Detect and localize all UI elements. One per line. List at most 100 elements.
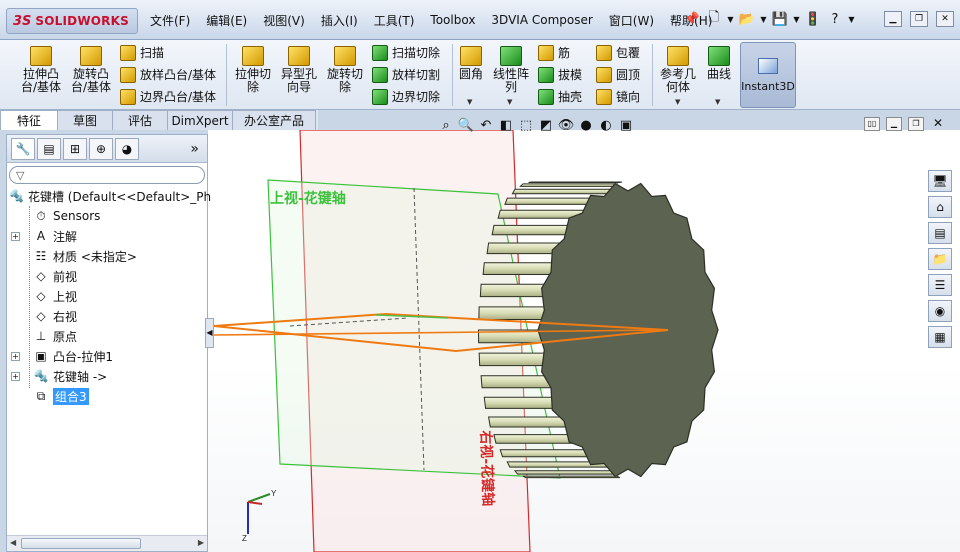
previous-view-icon[interactable]: ↶: [478, 117, 494, 133]
chevron-down-icon[interactable]: ▼: [847, 15, 856, 24]
tree-filter[interactable]: ▽: [9, 166, 205, 184]
fillet-button[interactable]: 圆角: [456, 46, 486, 81]
minimize-icon[interactable]: ▁: [886, 117, 902, 131]
chevron-down-icon[interactable]: ▼: [792, 15, 801, 24]
extrude-boss-button[interactable]: 拉伸凸 台/基体: [18, 46, 64, 94]
revolve-boss-button[interactable]: 旋转凸 台/基体: [68, 46, 114, 94]
tree-item[interactable]: + ▣ 凸台-拉伸1: [7, 346, 207, 366]
rebuild-traffic-light-icon[interactable]: 🚦: [803, 9, 823, 29]
panel-splitter[interactable]: ◀: [205, 318, 214, 348]
menu-insert[interactable]: 插入(I): [313, 12, 366, 29]
tree-item[interactable]: + A 注解: [7, 226, 207, 246]
solidworks-logo[interactable]: 3S SOLIDWORKS: [6, 8, 138, 34]
chevron-down-icon[interactable]: ▼: [715, 98, 720, 106]
sweep-button[interactable]: 扫描: [120, 44, 164, 61]
display-style-icon[interactable]: ◩: [538, 117, 554, 133]
restore-icon[interactable]: ❐: [910, 11, 928, 27]
view-settings-icon[interactable]: ▣: [618, 117, 634, 133]
expand-icon[interactable]: +: [11, 231, 20, 241]
file-explorer-icon[interactable]: 📁: [928, 248, 952, 270]
hole-wizard-button[interactable]: 异型孔 向导: [278, 46, 320, 94]
tab-dimxpert[interactable]: DimXpert: [167, 110, 233, 130]
close-icon[interactable]: ✕: [930, 117, 946, 131]
menu-3dvia-composer[interactable]: 3DVIA Composer: [483, 13, 600, 27]
tree-root[interactable]: 🔩 花键槽 (Default<<Default>_Ph: [7, 186, 211, 206]
apply-scene-icon[interactable]: ◐: [598, 117, 614, 133]
menu-tools[interactable]: 工具(T): [366, 12, 423, 29]
instant3d-button[interactable]: Instant3D: [740, 42, 796, 108]
menu-window[interactable]: 窗口(W): [601, 12, 662, 29]
menu-edit[interactable]: 编辑(E): [198, 12, 255, 29]
scrollbar-thumb[interactable]: [21, 538, 141, 549]
split-view-icon[interactable]: ▯▯: [864, 117, 880, 131]
design-library-icon[interactable]: ▤: [928, 222, 952, 244]
menu-file[interactable]: 文件(F): [142, 12, 198, 29]
shell-button[interactable]: 抽壳: [538, 88, 582, 105]
hide-show-items-icon[interactable]: 👁: [558, 117, 575, 133]
tab-evaluate[interactable]: 评估: [112, 110, 168, 130]
sweep-cut-button[interactable]: 扫描切除: [372, 44, 440, 61]
loft-boss-button[interactable]: 放样凸台/基体: [120, 66, 216, 83]
menu-toolbox[interactable]: Toolbox: [422, 13, 483, 27]
scroll-right-icon[interactable]: ▶: [198, 538, 204, 547]
tree-item[interactable]: ☷ 材质 <未指定>: [7, 246, 207, 266]
expand-icon[interactable]: +: [11, 371, 20, 381]
tree-item[interactable]: ◇ 右视: [7, 306, 207, 326]
reference-geometry-button[interactable]: 参考几 何体: [656, 46, 700, 94]
chevron-down-icon[interactable]: ▼: [726, 15, 735, 24]
chevron-down-icon[interactable]: ▼: [759, 15, 768, 24]
view-orientation-icon[interactable]: ⬚: [518, 117, 534, 133]
menu-view[interactable]: 视图(V): [255, 12, 313, 29]
rib-button[interactable]: 筋: [538, 44, 570, 61]
tree-item[interactable]: + 🔩 花键轴 ->: [7, 366, 207, 386]
chevron-right-icon[interactable]: »: [190, 141, 203, 157]
linear-pattern-button[interactable]: 线性阵 列: [490, 46, 532, 94]
section-view-icon[interactable]: ◧: [498, 117, 514, 133]
appearances-icon[interactable]: ◉: [928, 300, 952, 322]
horizontal-scrollbar[interactable]: ◀ ▶: [7, 535, 207, 551]
view-palette-icon[interactable]: ☰: [928, 274, 952, 296]
new-document-icon[interactable]: 🗋: [704, 9, 724, 29]
featuremanager-tab-icon[interactable]: 🔧: [11, 137, 35, 160]
chevron-down-icon[interactable]: ▼: [467, 98, 472, 106]
chevron-down-icon[interactable]: ▼: [507, 98, 512, 106]
boundary-boss-button[interactable]: 边界凸台/基体: [120, 88, 216, 105]
propertymanager-tab-icon[interactable]: ▤: [37, 137, 61, 160]
revolve-cut-button[interactable]: 旋转切 除: [324, 46, 366, 94]
zoom-to-area-icon[interactable]: 🔍: [458, 117, 474, 133]
custom-properties-icon[interactable]: ▦: [928, 326, 952, 348]
mirror-button[interactable]: 镜向: [596, 88, 640, 105]
home-icon[interactable]: ⌂: [928, 196, 952, 218]
solidworks-resources-icon[interactable]: 🖥: [928, 170, 952, 192]
chevron-down-icon[interactable]: ▼: [675, 98, 680, 106]
tree-item[interactable]: ◇ 上视: [7, 286, 207, 306]
help-icon[interactable]: ?: [825, 9, 845, 29]
tab-sketch[interactable]: 草图: [57, 110, 113, 130]
configurationmanager-tab-icon[interactable]: ⊞: [63, 137, 87, 160]
tab-features[interactable]: 特征: [0, 110, 58, 130]
extrude-cut-button[interactable]: 拉伸切 除: [232, 46, 274, 94]
expand-icon[interactable]: +: [11, 351, 20, 361]
draft-button[interactable]: 拔模: [538, 66, 582, 83]
displaymanager-tab-icon[interactable]: ◕: [115, 137, 139, 160]
curves-button[interactable]: 曲线: [704, 46, 734, 81]
loft-cut-button[interactable]: 放样切割: [372, 66, 440, 83]
minimize-icon[interactable]: ▁: [884, 11, 902, 27]
scroll-left-icon[interactable]: ◀: [10, 538, 16, 547]
zoom-to-fit-icon[interactable]: ⌕: [438, 117, 454, 133]
save-icon[interactable]: 💾: [770, 9, 790, 29]
close-icon[interactable]: ✕: [936, 11, 954, 27]
boundary-cut-button[interactable]: 边界切除: [372, 88, 440, 105]
tree-item[interactable]: ⏱ Sensors: [7, 206, 207, 226]
edit-appearance-icon[interactable]: ●: [578, 117, 594, 133]
dimxpertmanager-tab-icon[interactable]: ⊕: [89, 137, 113, 160]
tree-item[interactable]: ⧉ 组合3: [7, 386, 207, 406]
tab-office-products[interactable]: 办公室产品: [232, 110, 316, 130]
dome-button[interactable]: 圆顶: [596, 66, 640, 83]
tree-item[interactable]: ◇ 前视: [7, 266, 207, 286]
restore-icon[interactable]: ❐: [908, 117, 924, 131]
open-folder-icon[interactable]: 📂: [737, 9, 757, 29]
graphics-area[interactable]: 上视-花键轴 右视-花键轴: [208, 130, 960, 552]
tree-item[interactable]: ⊥ 原点: [7, 326, 207, 346]
pin-icon[interactable]: 📌: [682, 9, 702, 29]
